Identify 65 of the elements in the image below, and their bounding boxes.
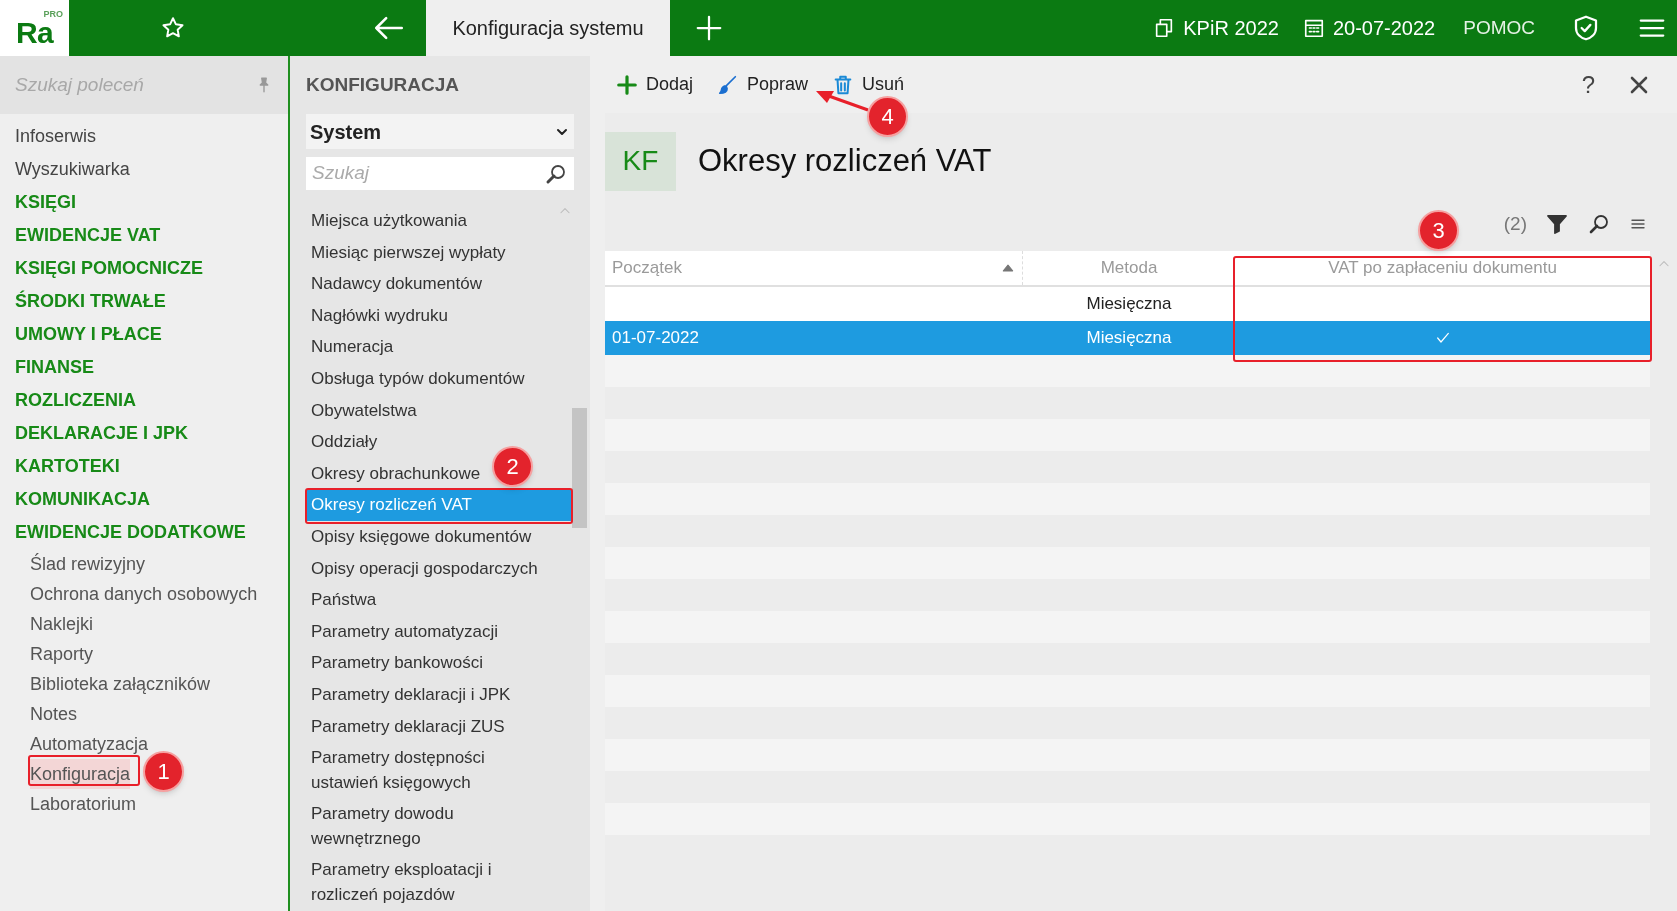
config-list-item[interactable]: Parametry bankowości — [306, 647, 488, 679]
sidebar-section[interactable]: FINANSE — [15, 351, 94, 384]
config-list-item[interactable]: Nagłówki wydruku — [306, 299, 453, 332]
book-selector[interactable]: KPiR 2022 — [1153, 13, 1279, 43]
config-list-item[interactable]: Numeracja — [306, 331, 399, 363]
search-icon[interactable] — [1587, 212, 1611, 236]
calendar-icon[interactable] — [1302, 17, 1325, 39]
module-badge: KF — [605, 131, 676, 191]
category-dropdown[interactable]: System — [306, 114, 574, 149]
sidebar-section[interactable]: ROZLICZENIA — [15, 384, 136, 417]
page-title: Okresy rozliczeń VAT — [698, 141, 992, 180]
config-list-item[interactable]: Parametry dowodu wewnętrznego — [306, 798, 459, 855]
sidebar-section[interactable]: KSIĘGI — [15, 186, 76, 219]
filter-icon[interactable] — [1545, 212, 1569, 236]
sidebar-item[interactable]: Raporty — [30, 639, 94, 669]
sidebar-item[interactable]: Wyszukiwarka — [15, 153, 130, 186]
config-list-item[interactable]: Parametry deklaracji i JPK — [306, 678, 516, 711]
config-list-item[interactable]: Miesiąc pierwszej wypłaty — [306, 236, 511, 269]
sidebar-section[interactable]: EWIDENCJE VAT — [15, 219, 161, 252]
pointer-arrow — [816, 91, 869, 112]
sidebar-item[interactable]: Konfiguracja — [30, 759, 131, 789]
help-button[interactable]: ? — [1581, 66, 1595, 103]
config-list-item[interactable]: Obywatelstwa — [306, 394, 422, 427]
sidebar-section[interactable]: KSIĘGI POMOCNICZE — [15, 252, 203, 285]
config-list-item[interactable]: Obsługa typów dokumentów — [306, 362, 530, 395]
config-list-item[interactable]: Parametry deklaracji ZUS — [306, 710, 510, 743]
table-row[interactable]: Miesięczna — [605, 287, 1650, 321]
toolbar-button[interactable]: Popraw — [717, 71, 809, 98]
sidebar-item[interactable]: Ochrona danych osobowych — [30, 579, 258, 609]
sidebar-section[interactable]: ŚRODKI TRWAŁE — [15, 285, 166, 318]
sidebar-section[interactable]: EWIDENCJE DODATKOWE — [15, 516, 246, 549]
sidebar-item[interactable]: Notes — [30, 699, 78, 729]
plus-icon[interactable] — [616, 73, 638, 96]
record-count: (2) — [1503, 211, 1527, 236]
sidebar-item[interactable]: Naklejki — [30, 609, 94, 639]
table-cell-text: Miesięczna — [1086, 327, 1172, 350]
config-list-item[interactable]: Parametry automatyzacji — [306, 615, 504, 648]
date-selector[interactable]: 20-07-2022 — [1302, 13, 1436, 43]
config-list-item[interactable]: Państwa — [306, 584, 382, 616]
scrollbar-thumb[interactable] — [572, 408, 587, 528]
sidebar-item[interactable]: Infoserwis — [15, 120, 97, 153]
config-list-item[interactable]: Parametry dostępności ustawień księgowych — [306, 742, 490, 799]
sidebar-section[interactable]: KOMUNIKACJA — [15, 483, 150, 516]
panel-title: KONFIGURACJA — [305, 72, 461, 97]
config-list-item[interactable]: Oddziały — [306, 426, 383, 458]
sidebar-section[interactable]: UMOWY I PŁACE — [15, 318, 162, 351]
sidebar-item[interactable]: Laboratorium — [30, 789, 137, 819]
sidebar-section[interactable]: KARTOTEKI — [15, 450, 120, 483]
sidebar-section[interactable]: DEKLARACJE I JPK — [15, 417, 189, 450]
config-list-item[interactable]: Parametry eksploatacji i rozliczeń pojazdów — [306, 854, 497, 911]
toolbar-button[interactable]: Usuń — [832, 71, 905, 98]
app-logo: Ra PRO — [0, 0, 69, 56]
table-cell-text: 01-07-2022 — [612, 327, 699, 350]
help-link[interactable]: POMOC — [1463, 13, 1535, 43]
sidebar-item[interactable]: Biblioteka załączników — [30, 669, 211, 699]
config-list-item[interactable]: Opisy operacji gospodarczych — [306, 552, 543, 585]
toolbar-button[interactable]: Dodaj — [616, 71, 694, 98]
table-cell-text: Miesięczna — [1086, 293, 1172, 316]
config-list-item[interactable]: Okresy obrachunkowe — [306, 457, 486, 490]
config-list-item[interactable]: Nadawcy dokumentów — [306, 268, 488, 300]
sidebar-item[interactable]: Ślad rewizyjny — [30, 549, 146, 579]
tab[interactable]: Konfiguracja systemu — [426, 0, 670, 56]
plus-icon[interactable] — [694, 13, 724, 43]
config-list-item[interactable]: Miejsca użytkowania — [306, 205, 472, 237]
config-list-item[interactable]: Opisy księgowe dokumentów — [306, 520, 537, 553]
